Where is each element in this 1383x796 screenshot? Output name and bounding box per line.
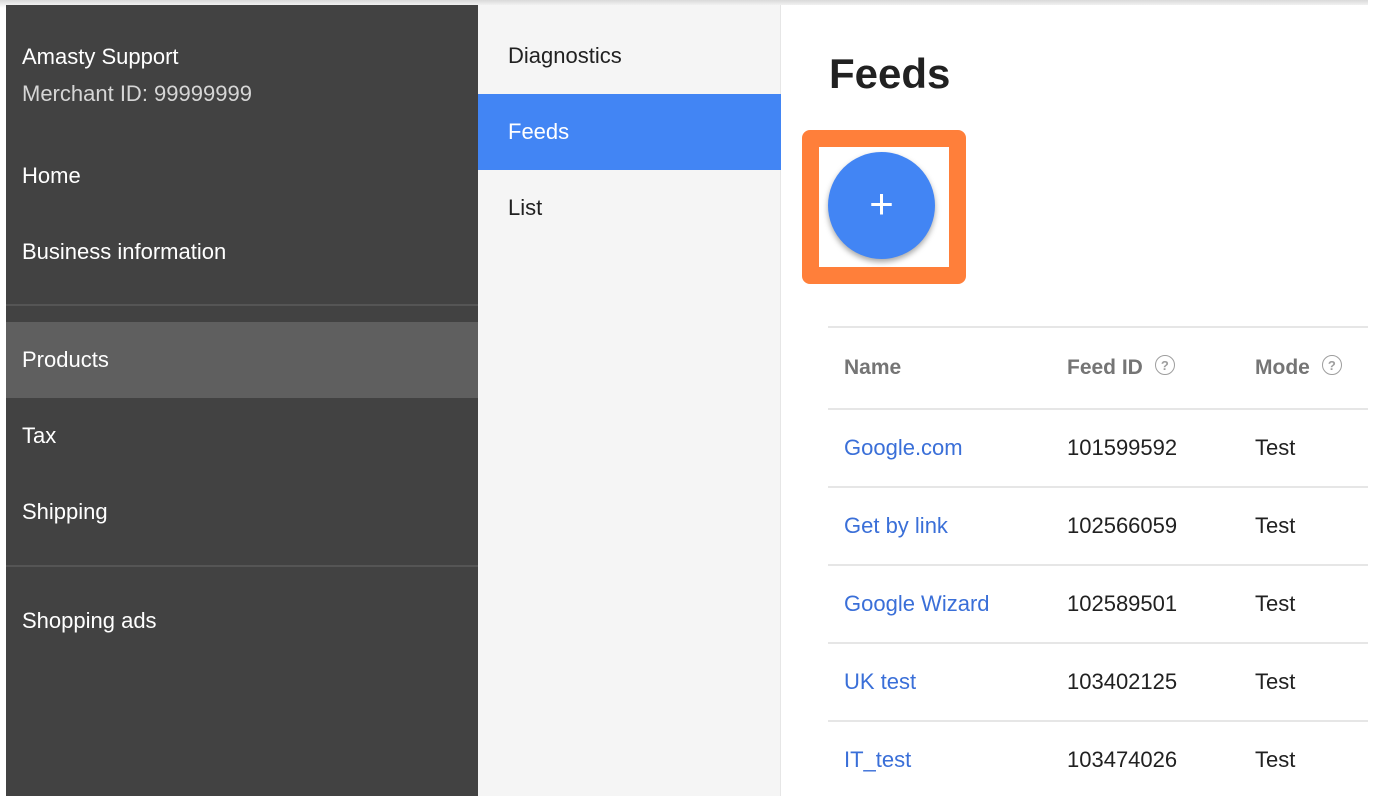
feed-mode-cell: Test bbox=[1255, 669, 1296, 694]
main-content: Feeds + Name Feed ID ? Mode ? Google.com… bbox=[781, 5, 1368, 796]
subnav-item-label: Diagnostics bbox=[508, 43, 622, 68]
feed-mode-cell: Test bbox=[1255, 513, 1296, 538]
sidebar-item-products[interactable]: Products bbox=[6, 322, 478, 398]
column-header-feed-id[interactable]: Feed ID ? bbox=[1067, 328, 1175, 408]
subnav: Diagnostics Feeds List bbox=[478, 5, 781, 796]
sidebar-item-label: Home bbox=[22, 163, 81, 188]
sidebar-item-label: Tax bbox=[22, 423, 57, 448]
feed-id-cell: 103402125 bbox=[1067, 669, 1178, 694]
sidebar-item-label: Shopping ads bbox=[22, 608, 157, 633]
subnav-item-list[interactable]: List bbox=[478, 170, 781, 246]
feed-mode-cell: Test bbox=[1255, 747, 1296, 772]
column-header-label: Mode bbox=[1255, 356, 1310, 379]
account-name: Amasty Support bbox=[22, 44, 179, 69]
column-header-label: Feed ID bbox=[1067, 356, 1143, 379]
table-row: Google Wizard 102589501 Test bbox=[828, 564, 1368, 642]
sidebar-item-home[interactable]: Home bbox=[6, 138, 478, 214]
feed-name-link[interactable]: IT_test bbox=[844, 747, 911, 773]
merchant-id: Merchant ID: 99999999 bbox=[22, 81, 252, 106]
table-row: UK test 103402125 Test bbox=[828, 642, 1368, 720]
sidebar: Amasty Support Merchant ID: 99999999 Hom… bbox=[6, 5, 478, 796]
column-divider bbox=[1236, 328, 1238, 408]
sidebar-item-label: Shipping bbox=[22, 499, 108, 524]
subnav-item-label: List bbox=[508, 195, 543, 220]
table-row: Google.com 101599592 Test bbox=[828, 408, 1368, 486]
column-header-label: Name bbox=[844, 356, 902, 379]
sidebar-item-shipping[interactable]: Shipping bbox=[6, 474, 478, 550]
feed-id-cell: 102566059 bbox=[1067, 513, 1178, 538]
sidebar-item-label: Products bbox=[22, 347, 109, 372]
column-divider bbox=[1049, 328, 1051, 408]
sidebar-item-tax[interactable]: Tax bbox=[6, 398, 478, 474]
sidebar-item-business-information[interactable]: Business information bbox=[6, 214, 478, 290]
table-header-row: Name Feed ID ? Mode ? bbox=[828, 326, 1368, 408]
help-icon[interactable]: ? bbox=[1321, 355, 1342, 375]
feed-id-cell: 101599592 bbox=[1067, 435, 1178, 460]
feed-id-cell: 102589501 bbox=[1067, 591, 1178, 616]
subnav-item-feeds[interactable]: Feeds bbox=[478, 94, 781, 170]
sidebar-item-label: Business information bbox=[22, 239, 227, 264]
sidebar-divider bbox=[6, 304, 478, 306]
sidebar-item-shopping-ads[interactable]: Shopping ads bbox=[6, 583, 478, 659]
help-icon[interactable]: ? bbox=[1154, 355, 1175, 375]
plus-icon: + bbox=[869, 179, 894, 227]
column-header-name[interactable]: Name bbox=[844, 328, 901, 408]
feeds-table: Name Feed ID ? Mode ? Google.com 1015995… bbox=[828, 326, 1368, 796]
table-row: IT_test 103474026 Test bbox=[828, 720, 1368, 796]
feed-mode-cell: Test bbox=[1255, 435, 1296, 460]
feed-name-link[interactable]: Get by link bbox=[844, 513, 948, 539]
feed-id-cell: 103474026 bbox=[1067, 747, 1178, 772]
table-row: Get by link 102566059 Test bbox=[828, 486, 1368, 564]
add-feed-button[interactable]: + bbox=[828, 152, 935, 259]
subnav-item-label: Feeds bbox=[508, 119, 570, 144]
feed-mode-cell: Test bbox=[1255, 591, 1296, 616]
column-header-mode[interactable]: Mode ? bbox=[1255, 328, 1342, 408]
feed-name-link[interactable]: Google.com bbox=[844, 435, 963, 461]
page-title: Feeds bbox=[829, 50, 951, 97]
feed-name-link[interactable]: UK test bbox=[844, 669, 916, 695]
subnav-item-diagnostics[interactable]: Diagnostics bbox=[478, 18, 781, 94]
feed-name-link[interactable]: Google Wizard bbox=[844, 591, 990, 617]
account-info: Amasty Support Merchant ID: 99999999 bbox=[22, 44, 252, 107]
sidebar-divider bbox=[6, 565, 478, 567]
